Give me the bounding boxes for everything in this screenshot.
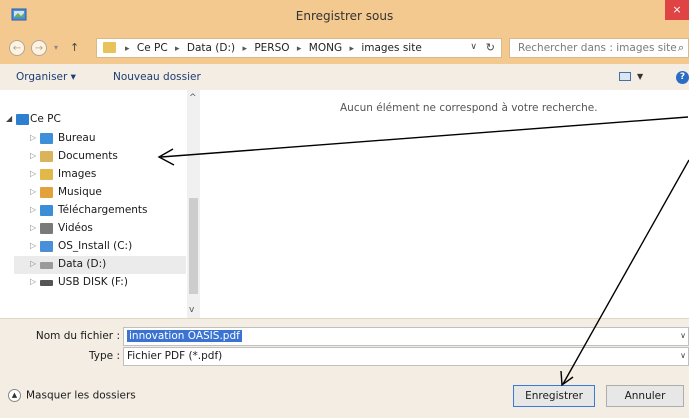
forward-button[interactable]: → [31,40,47,56]
expand-toggle-icon[interactable]: ▷ [30,151,36,160]
tree-item-images[interactable]: ▷ Images [30,166,185,184]
tree-item-videos[interactable]: ▷ Vidéos [30,220,185,238]
hide-folders-label: Masquer les dossiers [26,389,136,402]
hide-folders-icon: ▲ [8,389,21,402]
tree-item-label: USB DISK (F:) [58,276,128,288]
expand-toggle-icon[interactable]: ▷ [30,223,36,232]
breadcrumb-separator: ▸ [296,44,302,54]
filename-dropdown-icon[interactable]: ∨ [680,331,686,340]
cancel-button[interactable]: Annuler [606,385,684,407]
tree-item-usb-disk[interactable]: ▷ USB DISK (F:) [30,274,185,292]
search-placeholder: Rechercher dans : images site [518,42,677,54]
expand-toggle-icon[interactable]: ▷ [30,241,36,250]
expand-toggle-icon[interactable]: ▷ [30,259,36,268]
help-icon[interactable]: ? [676,71,689,84]
command-bar: Organiser ▾ Nouveau dossier ▼ ? [0,64,689,91]
expand-toggle-icon[interactable]: ◢ [6,114,12,123]
nav-pane-scrollbar[interactable]: ^ v [187,90,200,318]
breadcrumb-separator: ▸ [175,44,180,54]
breadcrumb-item[interactable]: Ce PC [137,42,168,54]
expand-toggle-icon[interactable]: ▷ [30,187,36,196]
images-folder-icon [40,169,53,180]
scroll-thumb[interactable] [189,198,198,294]
expand-toggle-icon[interactable]: ▷ [30,277,36,286]
tree-item-label: Musique [58,186,102,198]
tree-item-label: Images [58,168,97,180]
scroll-down-icon[interactable]: v [189,305,194,315]
expand-toggle-icon[interactable]: ▷ [30,169,36,178]
tree-item-os-install[interactable]: ▷ OS_Install (C:) [30,238,185,256]
documents-folder-icon [40,151,53,162]
filename-input[interactable]: innovation OASIS.pdf ∨ [123,327,689,346]
tree-item-bureau[interactable]: ▷ Bureau [30,130,185,148]
scroll-up-icon[interactable]: ^ [189,93,197,103]
address-dropdown-button[interactable]: ∨ [470,42,477,52]
tree-item-label: OS_Install (C:) [58,240,133,252]
tree-item-label: Ce PC [30,113,61,125]
refresh-icon[interactable]: ↻ [486,41,495,54]
navigation-pane[interactable]: ◢ Ce PC ▷ Bureau ▷ Documents ▷ Images ▷ … [0,90,200,318]
computer-icon [16,114,29,125]
breadcrumb-separator: ▸ [242,44,247,54]
empty-message: Aucun élément ne correspond à votre rech… [340,102,598,114]
usb-drive-icon [40,280,53,286]
folder-icon [103,42,116,53]
address-bar[interactable]: ▸ Ce PC ▸ Data (D:) ▸ PERSO ▸ MONG ▸ ima… [96,38,502,58]
search-icon[interactable]: ⌕ [678,41,684,55]
window-title: Enregistrer sous [295,9,394,23]
tree-item-telechargements[interactable]: ▷ Téléchargements [30,202,185,220]
address-row: ← → ▾ ↑ ▸ Ce PC ▸ Data (D:) ▸ PERSO ▸ MO… [0,32,689,64]
tree-item-label: Bureau [58,132,96,144]
search-input[interactable]: Rechercher dans : images site ⌕ [509,38,689,58]
breadcrumb-separator: ▸ [349,44,354,54]
tree-item-data-d[interactable]: ▷ Data (D:) [14,256,186,274]
tree-item-musique[interactable]: ▷ Musique [30,184,185,202]
type-label: Type : [89,350,120,362]
title-bar: Enregistrer sous × [0,0,689,32]
tree-item-label: Documents [58,150,118,162]
expand-toggle-icon[interactable]: ▷ [30,133,36,142]
save-form: Nom du fichier : innovation OASIS.pdf ∨ … [0,318,689,418]
music-folder-icon [40,187,53,198]
tree-item-label: Téléchargements [58,204,148,216]
breadcrumb-item[interactable]: Data (D:) [187,42,235,54]
view-options-icon[interactable] [619,72,631,81]
back-button[interactable]: ← [9,40,25,56]
tree-item-label: Vidéos [58,222,93,234]
new-folder-button[interactable]: Nouveau dossier [113,71,201,83]
expand-toggle-icon[interactable]: ▷ [30,205,36,214]
filename-label: Nom du fichier : [35,330,120,342]
breadcrumb-item[interactable]: images site [361,42,421,54]
downloads-folder-icon [40,205,53,216]
tree-item-label: Data (D:) [58,258,107,270]
breadcrumb-separator: ▸ [125,44,130,54]
drive-icon [40,262,53,269]
videos-folder-icon [40,223,53,234]
view-dropdown-icon[interactable]: ▼ [637,72,643,81]
hide-folders-button[interactable]: ▲ Masquer les dossiers [8,389,136,402]
system-drive-icon [40,241,53,252]
file-type-value: Fichier PDF (*.pdf) [127,350,223,362]
breadcrumb-item[interactable]: MONG [309,42,342,54]
file-type-dropdown-icon[interactable]: ∨ [680,351,686,360]
file-type-select[interactable]: Fichier PDF (*.pdf) ∨ [123,347,689,366]
save-button[interactable]: Enregistrer [513,385,595,407]
desktop-folder-icon [40,133,53,144]
filename-value: innovation OASIS.pdf [127,330,242,342]
close-button[interactable]: × [665,0,689,20]
tree-item-ce-pc[interactable]: ◢ Ce PC [6,111,186,129]
breadcrumb-item[interactable]: PERSO [254,42,289,54]
file-list[interactable]: Aucun élément ne correspond à votre rech… [200,90,689,318]
tree-item-documents[interactable]: ▷ Documents [30,148,185,166]
up-button[interactable]: ↑ [70,41,79,54]
organize-button[interactable]: Organiser ▾ [16,71,76,83]
breadcrumb: ▸ Ce PC ▸ Data (D:) ▸ PERSO ▸ MONG ▸ ima… [125,42,426,54]
recent-locations-dropdown[interactable]: ▾ [54,43,58,52]
